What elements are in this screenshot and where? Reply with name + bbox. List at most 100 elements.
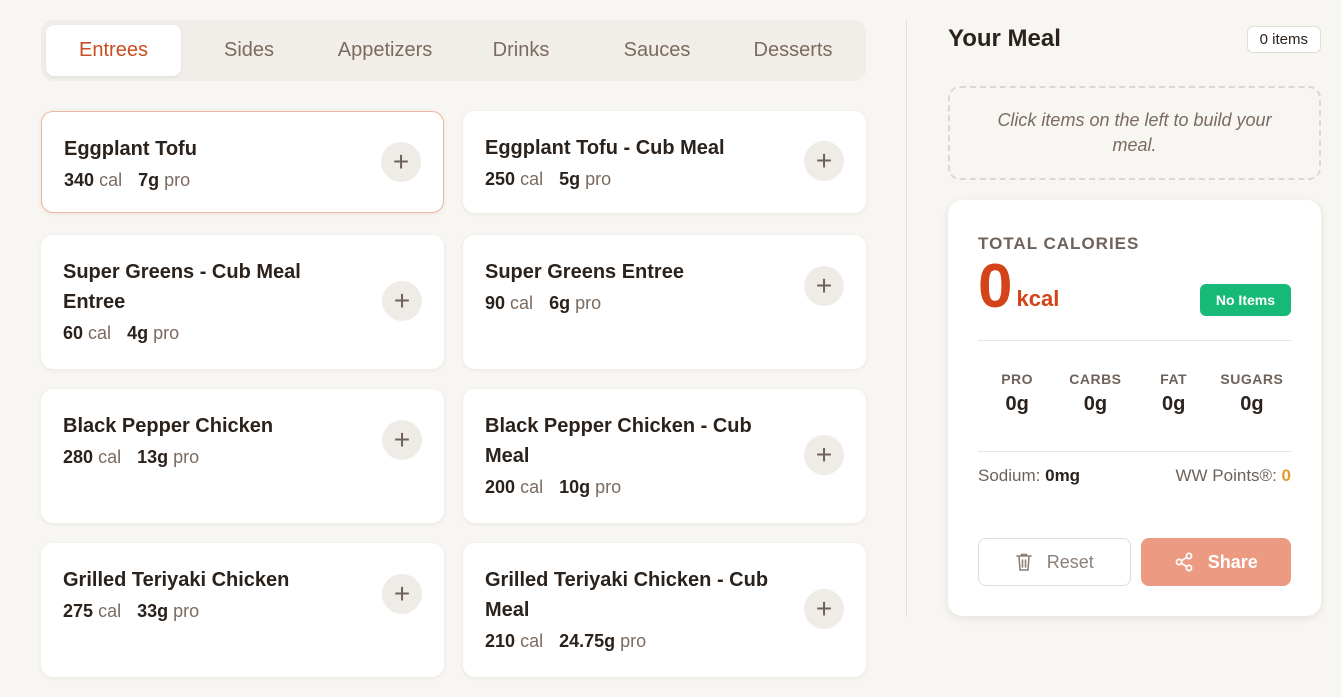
- ww-points-value: 0: [1281, 466, 1291, 485]
- item-pro-value: 4g: [127, 323, 149, 343]
- plus-icon[interactable]: +: [804, 266, 844, 306]
- item-cal-value: 275: [63, 601, 94, 621]
- plus-icon[interactable]: +: [804, 141, 844, 181]
- pro-unit: pro: [620, 631, 647, 651]
- macro-value: 0g: [1161, 393, 1186, 415]
- pro-unit: pro: [595, 477, 622, 497]
- total-calories-label: TOTAL CALORIES: [978, 234, 1140, 253]
- macro-carbs: CARBS 0g: [1056, 371, 1134, 451]
- macro-label: CARBS: [1069, 371, 1122, 387]
- action-buttons: Reset Share: [978, 538, 1291, 586]
- empty-meal-hint: Click items on the left to build your me…: [948, 86, 1321, 180]
- plus-icon[interactable]: +: [804, 589, 844, 629]
- item-meta: 280 cal 13g pro: [63, 447, 422, 468]
- macro-label: FAT: [1160, 371, 1188, 387]
- category-tabs: Entrees Sides Appetizers Drinks Sauces D…: [41, 20, 866, 81]
- calorie-unit: kcal: [1016, 286, 1060, 311]
- menu-item-card[interactable]: Black Pepper Chicken 280 cal 13g pro +: [41, 389, 444, 523]
- item-meta: 90 cal 6g pro: [485, 293, 844, 314]
- item-meta: 340 cal 7g pro: [64, 170, 421, 191]
- item-pro-value: 7g: [138, 170, 160, 190]
- tab-sides[interactable]: Sides: [181, 25, 317, 76]
- item-cal-value: 200: [485, 477, 516, 497]
- item-name: Grilled Teriyaki Chicken: [63, 569, 290, 591]
- macro-value: 0g: [1240, 393, 1264, 415]
- menu-item-card[interactable]: Super Greens - Cub Meal Entree 60 cal 4g …: [41, 235, 444, 369]
- pro-unit: pro: [153, 323, 180, 343]
- macro-fat: FAT 0g: [1135, 371, 1213, 451]
- item-name: Super Greens Entree: [485, 261, 684, 283]
- menu-item-card[interactable]: Eggplant Tofu 340 cal 7g pro +: [41, 111, 444, 213]
- cal-unit: cal: [520, 477, 544, 497]
- tab-sauces[interactable]: Sauces: [589, 25, 725, 76]
- cal-unit: cal: [520, 169, 544, 189]
- reset-button[interactable]: Reset: [978, 538, 1131, 586]
- macro-value: 0g: [1083, 393, 1108, 415]
- pro-unit: pro: [173, 447, 200, 467]
- menu-item-card[interactable]: Eggplant Tofu - Cub Meal 250 cal 5g pro +: [463, 111, 866, 213]
- tab-desserts[interactable]: Desserts: [725, 25, 861, 76]
- meal-panel: Your Meal 0 items Click items on the lef…: [948, 20, 1321, 616]
- item-pro-value: 6g: [549, 293, 571, 313]
- item-count-badge: 0 items: [1246, 25, 1321, 53]
- item-cal-value: 250: [485, 169, 516, 189]
- item-pro-value: 10g: [559, 477, 591, 497]
- item-pro-value: 5g: [559, 169, 581, 189]
- menu-panel: Entrees Sides Appetizers Drinks Sauces D…: [41, 20, 866, 677]
- item-name: Super Greens - Cub Meal Entree: [63, 261, 301, 313]
- item-pro-value: 24.75g: [559, 631, 616, 651]
- cal-unit: cal: [98, 447, 122, 467]
- cal-unit: cal: [88, 323, 112, 343]
- tab-appetizers[interactable]: Appetizers: [317, 25, 453, 76]
- menu-item-card[interactable]: Super Greens Entree 90 cal 6g pro +: [463, 235, 866, 369]
- menu-item-card[interactable]: Grilled Teriyaki Chicken 275 cal 33g pro …: [41, 543, 444, 677]
- plus-icon[interactable]: +: [381, 142, 421, 182]
- macro-summary: PRO 0g CARBS 0g FAT 0g SUGARS 0g: [978, 341, 1291, 451]
- reset-label: Reset: [1046, 551, 1094, 572]
- pro-unit: pro: [164, 170, 191, 190]
- pro-unit: pro: [585, 169, 612, 189]
- ww-points-label: WW Points®:: [1175, 466, 1277, 485]
- macro-label: SUGARS: [1220, 371, 1284, 387]
- item-cal-value: 340: [64, 170, 95, 190]
- status-badge: No Items: [1199, 284, 1291, 316]
- plus-icon[interactable]: +: [382, 574, 422, 614]
- plus-icon[interactable]: +: [804, 435, 844, 475]
- macro-sugars: SUGARS 0g: [1213, 371, 1291, 451]
- tab-entrees[interactable]: Entrees: [46, 25, 181, 76]
- item-name: Black Pepper Chicken - Cub Meal: [485, 415, 752, 467]
- plus-icon[interactable]: +: [382, 281, 422, 321]
- item-cal-value: 280: [63, 447, 94, 467]
- menu-item-card[interactable]: Grilled Teriyaki Chicken - Cub Meal 210 …: [463, 543, 866, 677]
- cal-unit: cal: [520, 631, 544, 651]
- total-calories-value: 0: [978, 252, 1013, 321]
- macro-label: PRO: [1001, 371, 1034, 387]
- cal-unit: cal: [510, 293, 534, 313]
- item-cal-value: 90: [485, 293, 506, 313]
- item-cal-value: 60: [63, 323, 84, 343]
- divider: [978, 451, 1291, 452]
- sodium-label: Sodium:: [978, 466, 1041, 485]
- sodium-value: 0mg: [1045, 466, 1081, 485]
- totals-card: TOTAL CALORIES 0 kcal No Items PRO 0g CA…: [948, 200, 1321, 616]
- item-name: Black Pepper Chicken: [63, 415, 274, 437]
- share-label: Share: [1207, 551, 1258, 572]
- item-pro-value: 33g: [137, 601, 169, 621]
- pro-unit: pro: [173, 601, 200, 621]
- item-meta: 210 cal 24.75g pro: [485, 631, 844, 652]
- panel-divider: [906, 20, 907, 617]
- pro-unit: pro: [575, 293, 602, 313]
- tab-drinks[interactable]: Drinks: [453, 25, 589, 76]
- item-meta: 275 cal 33g pro: [63, 601, 422, 622]
- share-button[interactable]: Share: [1140, 538, 1291, 586]
- item-pro-value: 13g: [137, 447, 169, 467]
- trash-icon: [1015, 552, 1033, 572]
- meal-title: Your Meal: [948, 25, 1061, 52]
- meal-header: Your Meal 0 items: [948, 20, 1321, 58]
- item-meta: 60 cal 4g pro: [63, 323, 422, 344]
- plus-icon[interactable]: +: [382, 420, 422, 460]
- ww-points: WW Points®: 0: [1175, 466, 1291, 486]
- sodium: Sodium: 0mg: [978, 466, 1080, 486]
- menu-item-card[interactable]: Black Pepper Chicken - Cub Meal 200 cal 1…: [463, 389, 866, 523]
- calorie-row: 0 kcal No Items: [978, 256, 1291, 318]
